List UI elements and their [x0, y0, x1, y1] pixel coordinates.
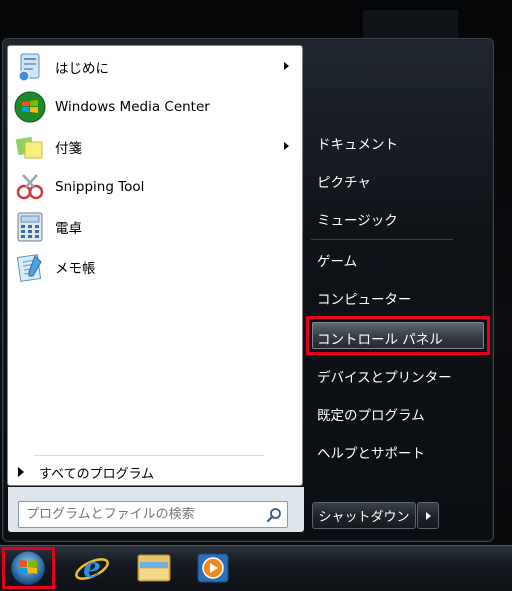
- right-item-music[interactable]: ミュージック: [317, 209, 398, 229]
- sticky-notes-icon: [13, 130, 47, 164]
- programs-divider: [34, 455, 264, 456]
- shutdown-arrow-icon: [425, 511, 431, 520]
- program-label: Snipping Tool: [55, 179, 145, 195]
- submenu-arrow-icon: [284, 62, 289, 70]
- right-item-devices-printers[interactable]: デバイスとプリンター: [317, 366, 452, 386]
- program-item-snipping-tool[interactable]: Snipping Tool: [11, 168, 299, 206]
- snipping-tool-icon: [13, 170, 47, 204]
- program-item-notepad[interactable]: メモ帳: [11, 248, 299, 286]
- internet-explorer-icon[interactable]: e: [72, 550, 112, 586]
- notepad-icon: [13, 250, 47, 284]
- right-item-games[interactable]: ゲーム: [317, 250, 357, 270]
- all-programs-button[interactable]: すべてのプログラム: [8, 460, 304, 484]
- program-item-sticky-notes[interactable]: 付箋: [11, 128, 299, 166]
- getting-started-icon: [13, 50, 47, 84]
- right-divider: [311, 239, 453, 240]
- start-orb-icon[interactable]: [8, 549, 48, 587]
- right-item-pictures[interactable]: ピクチャ: [317, 171, 371, 191]
- search-icon[interactable]: [266, 507, 282, 527]
- program-label: 付箋: [55, 141, 82, 157]
- search-area: [8, 487, 304, 532]
- program-item-media-center[interactable]: Windows Media Center: [11, 88, 299, 126]
- program-label: Windows Media Center: [55, 99, 210, 115]
- shutdown-options-button[interactable]: [417, 502, 439, 529]
- program-item-getting-started[interactable]: はじめに: [11, 48, 299, 86]
- program-label: 電卓: [55, 221, 82, 237]
- explorer-folder-icon[interactable]: [134, 550, 174, 586]
- right-item-documents[interactable]: ドキュメント: [317, 133, 398, 153]
- programs-pane: はじめに Windows Media Center 付箋 Snipping To…: [7, 45, 303, 486]
- program-item-calculator[interactable]: 電卓: [11, 208, 299, 246]
- calculator-icon: [13, 210, 47, 244]
- search-box[interactable]: [18, 501, 288, 528]
- program-label: メモ帳: [55, 261, 96, 277]
- media-player-icon[interactable]: [193, 550, 233, 586]
- right-item-help-support[interactable]: ヘルプとサポート: [317, 442, 425, 462]
- all-programs-label: すべてのプログラム: [39, 466, 155, 482]
- media-center-icon: [13, 90, 47, 124]
- right-item-computer[interactable]: コンピューター: [317, 288, 412, 308]
- shutdown-button[interactable]: シャットダウン: [312, 502, 416, 529]
- shutdown-label: シャットダウン: [318, 510, 410, 525]
- program-label: はじめに: [55, 61, 109, 77]
- search-input[interactable]: [26, 507, 261, 522]
- all-programs-arrow-icon: [18, 467, 24, 477]
- svg-text:e: e: [83, 551, 101, 584]
- submenu-arrow-icon: [284, 142, 289, 150]
- right-item-control-panel[interactable]: コントロール パネル: [317, 328, 443, 348]
- right-item-default-programs[interactable]: 既定のプログラム: [317, 404, 425, 424]
